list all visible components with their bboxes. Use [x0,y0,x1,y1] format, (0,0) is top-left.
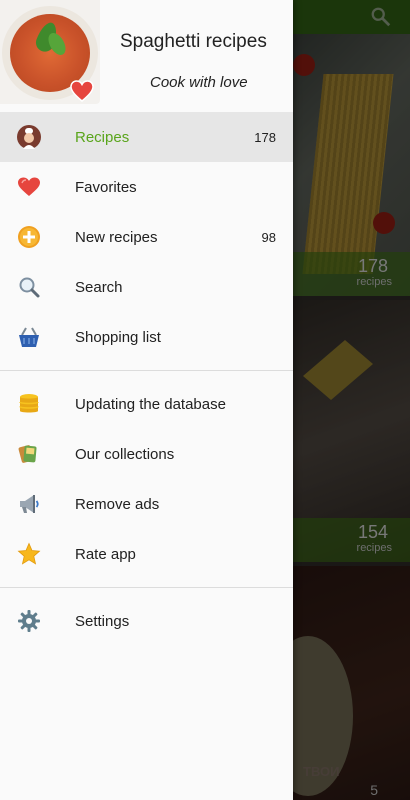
menu-item-our-collections[interactable]: Our collections [0,429,293,479]
menu-item-label: Our collections [75,445,175,463]
gear-icon [18,610,40,632]
app-logo [0,0,100,104]
basket-icon [19,327,39,347]
menu-divider [0,370,293,371]
menu-item-settings[interactable]: Settings [0,596,293,646]
menu-item-search[interactable]: Search [0,262,293,312]
menu-item-label: Rate app [75,545,136,563]
menu-item-label: Favorites [75,178,137,196]
menu-item-label: New recipes [75,228,158,246]
collections-icon [18,445,37,463]
menu-item-label: Updating the database [75,395,226,413]
menu-item-new-recipes[interactable]: New recipes 98 [0,212,293,262]
heart-icon [70,80,94,102]
megaphone-icon [20,495,39,513]
menu-item-remove-ads[interactable]: Remove ads [0,479,293,529]
menu-item-label: Remove ads [75,495,160,513]
menu-item-rate-app[interactable]: Rate app [0,529,293,579]
menu-item-count: 178 [254,129,276,145]
app-title: Spaghetti recipes [120,31,267,52]
drawer-header: Spaghetti recipes Cook with love [0,0,293,108]
star-icon [17,542,41,565]
menu-divider [0,587,293,588]
drawer-menu: Recipes 178 Favorites New recipes 98 Sea… [0,112,293,646]
menu-item-label: Shopping list [75,328,161,346]
plus-icon [18,226,40,248]
navigation-drawer: Spaghetti recipes Cook with love Recipes… [0,0,293,800]
heart-icon [18,177,40,196]
chef-icon [17,125,41,149]
menu-item-label: Search [75,278,123,296]
menu-item-favorites[interactable]: Favorites [0,162,293,212]
menu-item-updating-database[interactable]: Updating the database [0,379,293,429]
menu-item-count: 98 [261,229,276,245]
menu-item-label: Recipes [75,128,130,146]
database-icon [19,394,39,413]
app-subtitle: Cook with love [150,74,248,91]
search-icon [19,277,40,298]
menu-item-label: Settings [75,612,130,630]
menu-item-recipes[interactable]: Recipes 178 [0,112,293,162]
menu-item-shopping-list[interactable]: Shopping list [0,312,293,362]
